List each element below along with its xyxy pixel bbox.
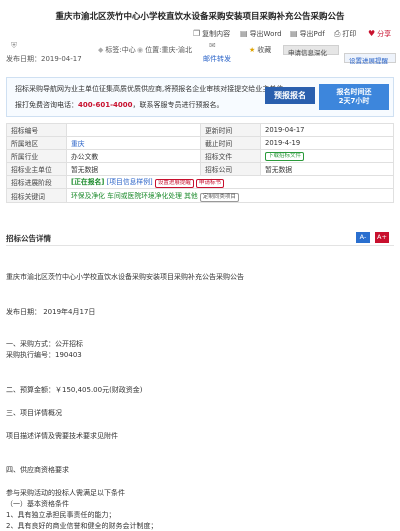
- supplier-requirements-body: 参与采购活动的投标人需满足以下条件: [6, 489, 125, 497]
- project-overview-title: 三、项目详情概况: [6, 409, 62, 417]
- procurement-method: 一、采购方式：公开招标: [6, 340, 83, 348]
- mail-icon: ✉: [209, 41, 216, 50]
- publish-date: 发布日期：2019-04-17: [6, 55, 82, 63]
- value-update-time: 2019-04-17: [260, 122, 394, 138]
- table-row: 招标关键词 环保及净化 车间或医院环境净化处理 其他 定制同类项目: [6, 188, 394, 203]
- value-agency: 暂无数据: [260, 162, 394, 177]
- stage-reminder-button[interactable]: 设置进展提醒: [154, 179, 194, 188]
- shield-icon: ⛨: [11, 41, 17, 50]
- budget-amount: 二、预算金额：￥150,405.00元(财政资金): [6, 386, 143, 394]
- value-industry: 办公文教: [66, 149, 201, 164]
- value-bid-number: [66, 122, 201, 138]
- label-owner: 招标业主单位: [6, 162, 67, 177]
- pre-signup-button[interactable]: 预报报名: [265, 87, 315, 104]
- pdf-icon: ▤: [290, 29, 298, 38]
- label-stage: 招标进展阶段: [6, 175, 67, 190]
- label-bid-document: 招标文件: [200, 149, 261, 164]
- printer-icon: ⎙: [334, 29, 341, 38]
- value-deadline: 2019-4-19: [260, 136, 394, 151]
- value-region-link[interactable]: 重庆: [66, 136, 201, 151]
- font-increase-button[interactable]: A+: [375, 232, 389, 243]
- font-decrease-button[interactable]: A-: [356, 232, 370, 243]
- apply-tender-doc-button[interactable]: 申请标书: [196, 179, 225, 188]
- table-row: 所属地区 重庆 截止时间 2019-4-19: [6, 136, 394, 151]
- detail-heading: 重庆市渝北区茨竹中心小学校直饮水设备采购安装项目采购补充公告采购公告: [6, 273, 244, 281]
- notice-box: 招标采购导航网为业主单位征集高质优质供应商,将预报名企业审核对接提交给业主单位。…: [6, 77, 394, 117]
- copy-icon: ❐: [193, 29, 201, 38]
- print-button[interactable]: ⎙ 打印: [334, 29, 356, 39]
- copy-content-button[interactable]: ❐ 复制内容: [193, 29, 230, 39]
- star-icon: ★: [249, 46, 256, 54]
- qualification-item: 2、具有良好的商业信誉和健全的财务会计制度；: [6, 522, 158, 530]
- value-owner: 暂无数据: [66, 162, 201, 177]
- label-agency: 招标公司: [200, 162, 261, 177]
- share-icon: ♥: [368, 29, 376, 38]
- favorite-button[interactable]: ★ 收藏: [249, 45, 271, 55]
- industry-tag: ◆ 标签:中心: [98, 46, 136, 54]
- share-button[interactable]: ♥ 分享: [368, 29, 391, 39]
- hotline-number: 400-601-4000: [78, 101, 133, 109]
- location-tag: ◉ 位置:重庆-渝北: [137, 46, 192, 54]
- label-region: 所属地区: [6, 136, 67, 151]
- table-row: 招标进展阶段 [正在报名] [项目信息样例] 设置进展提醒 申请标书: [6, 175, 394, 190]
- page-title: 重庆市渝北区茨竹中心小学校直饮水设备采购安装项目采购补充公告采购公告: [55, 12, 345, 22]
- download-document-button[interactable]: 下载招标文件: [265, 152, 305, 162]
- stage-status: [正在报名]: [71, 178, 105, 187]
- custom-similar-button[interactable]: 定制同类项目: [199, 192, 239, 202]
- label-bid-number: 招标编号: [6, 122, 67, 138]
- divider: [6, 245, 394, 246]
- procurement-code: 采购执行编号：190403: [6, 351, 82, 359]
- qualification-item: 1、具有独立承担民事责任的能力；: [6, 511, 116, 519]
- export-pdf-button[interactable]: ▤ 导出Pdf: [290, 29, 325, 39]
- table-row: 招标编号 更新时间 2019-04-17: [6, 122, 394, 138]
- table-row: 所属行业 办公文教 招标文件 下载招标文件: [6, 149, 394, 164]
- label-keywords: 招标关键词: [6, 188, 67, 203]
- supplier-requirements-title: 四、供应商资格要求: [6, 466, 69, 474]
- detail-publish-date: 发布日期： 2019年4月17日: [6, 308, 96, 316]
- notice-line-1: 招标采购导航网为业主单位征集高质优质供应商,将预报名企业审核对接提交给业主单位。: [15, 85, 291, 93]
- location-pin-icon: ◉: [137, 46, 144, 54]
- word-icon: ▤: [240, 29, 248, 38]
- export-word-button[interactable]: ▤ 导出Word: [240, 29, 282, 39]
- label-update-time: 更新时间: [200, 122, 261, 138]
- table-row: 招标业主单位 暂无数据 招标公司 暂无数据: [6, 162, 394, 177]
- label-deadline: 截止时间: [200, 136, 261, 151]
- email-forward-link[interactable]: 邮件转发: [203, 54, 231, 64]
- label-industry: 所属行业: [6, 149, 67, 164]
- project-overview-body: 项目描述详情及需要技术要求见附件: [6, 432, 118, 440]
- sample-info-link[interactable]: [项目信息样例]: [107, 178, 153, 186]
- progress-reminder-button[interactable]: 设置进展提醒: [344, 53, 396, 65]
- detail-section-title: 招标公告详情: [6, 234, 51, 243]
- tag-icon: ◆: [98, 46, 104, 54]
- keywords-link[interactable]: 环保及净化 车间或医院环境净化处理 其他: [71, 192, 198, 200]
- notice-line-2: 报打免费咨询电话：400-601-4000，联系客服专员进行预报名。: [15, 101, 224, 109]
- basic-qualification-title: （一）基本资格条件: [6, 500, 69, 508]
- apply-info-button[interactable]: 申请信息深化: [283, 45, 339, 57]
- signup-deadline-badge: 报名时间还 2天7小时: [319, 84, 389, 110]
- info-table: 招标编号 更新时间 2019-04-17 所属地区 重庆 截止时间 2019-4…: [6, 122, 394, 203]
